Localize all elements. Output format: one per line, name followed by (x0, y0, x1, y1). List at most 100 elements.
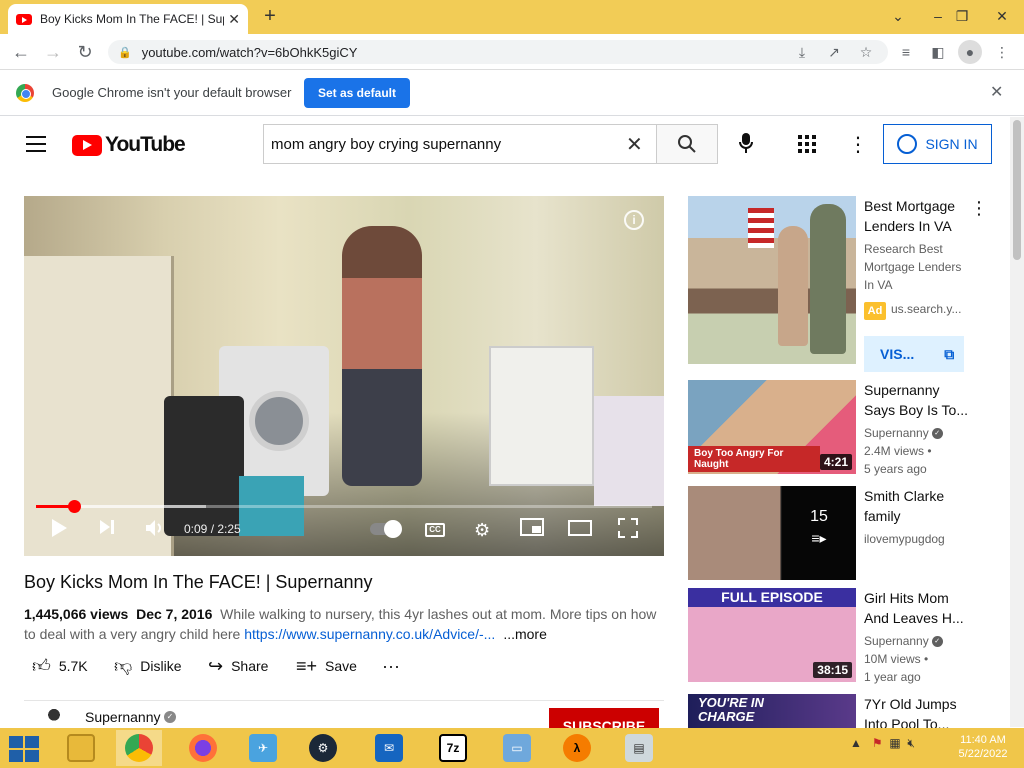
close-window-button[interactable]: ✕ (984, 2, 1020, 30)
forward-button[interactable]: → (40, 38, 66, 66)
channel-avatar[interactable] (40, 706, 68, 728)
menu-icon[interactable] (26, 136, 46, 152)
playlist-thumbnail[interactable]: 15 ≡▸ (688, 486, 856, 580)
set-as-default-button[interactable]: Set as default (304, 78, 410, 108)
steam-icon[interactable]: ⚙ (300, 730, 346, 766)
search-icon (678, 135, 696, 153)
taskbar-clock[interactable]: 11:40 AM 5/22/2022 (948, 733, 1018, 761)
account-circle-icon (897, 134, 918, 154)
chrome-taskbar-icon[interactable] (116, 730, 162, 766)
share-button[interactable]: ↪ Share (208, 656, 268, 676)
verified-check-icon: ✓ (931, 428, 943, 440)
play-icon (52, 519, 67, 537)
start-button[interactable] (6, 735, 39, 762)
install-icon[interactable]: ⤓ (790, 40, 814, 64)
youtube-logo[interactable]: YouTube (72, 133, 186, 156)
volume-button[interactable] (144, 518, 166, 542)
upload-date: Dec 7, 2016 (136, 606, 213, 622)
app-icon[interactable]: ▭ (494, 730, 540, 766)
reload-button[interactable]: ↻ (72, 38, 98, 66)
firefox-icon[interactable] (180, 730, 226, 766)
video-title[interactable]: Girl Hits Mom And Leaves H... (864, 588, 974, 628)
video-thumbnail[interactable]: Boy Too Angry For Naught 4:21 (688, 380, 856, 474)
sign-in-label: SIGN IN (925, 136, 978, 152)
sign-in-button[interactable]: SIGN IN (883, 124, 992, 164)
miniplayer-icon[interactable] (520, 518, 544, 542)
7zip-icon[interactable]: 7z (430, 730, 476, 766)
scrollbar-thumb[interactable] (1013, 120, 1021, 260)
half-life-icon[interactable]: λ (554, 730, 600, 766)
profile-avatar-icon[interactable]: ● (958, 40, 982, 64)
windows-logo-icon (25, 736, 39, 748)
like-button[interactable]: 👍︎ 5.7K (32, 656, 88, 676)
video-description[interactable]: 1,445,066 views Dec 7, 2016 While walkin… (24, 604, 664, 644)
app-glyph: ▤ (625, 734, 653, 762)
play-button[interactable] (50, 518, 68, 542)
settings-gear-icon[interactable]: ⚙ (474, 518, 490, 542)
ad-more-icon[interactable]: ⋮ (970, 198, 988, 219)
media-control-icon[interactable]: ≡ (894, 40, 918, 64)
show-hidden-icons-icon[interactable]: ▲ (850, 736, 862, 750)
mail-icon[interactable]: ✉ (366, 730, 412, 766)
file-explorer-icon[interactable] (58, 730, 104, 766)
channel-name: Supernanny ✓ (864, 424, 974, 442)
volume-muted-icon[interactable]: 🔇︎ (907, 736, 915, 750)
dislike-button[interactable]: 👎︎ Dislike (114, 656, 182, 676)
search-input[interactable]: mom angry boy crying supernanny (263, 124, 657, 164)
settings-more-icon[interactable]: ⋮ (848, 132, 868, 157)
save-button[interactable]: ≡+ Save (296, 656, 357, 676)
share-icon[interactable]: ↗ (822, 40, 846, 64)
flag-icon[interactable]: ⚑ (872, 736, 883, 750)
fullscreen-icon[interactable] (618, 518, 638, 542)
browser-tab[interactable]: Boy Kicks Mom In The FACE! | Supernanny … (8, 4, 248, 34)
description-link[interactable]: https://www.supernanny.co.uk/Advice/-... (244, 626, 495, 642)
playlist-count: 15 (810, 508, 828, 525)
video-thumbnail[interactable]: YOU'RE IN CHARGE (688, 694, 856, 728)
video-thumbnail[interactable]: FULL EPISODE 38:15 (688, 588, 856, 682)
info-card-icon[interactable]: i (624, 210, 644, 230)
app-icon[interactable]: ▤ (616, 730, 662, 766)
theater-mode-icon[interactable] (568, 518, 592, 542)
microphone-icon (739, 133, 753, 153)
app-glyph: ✈ (249, 734, 277, 762)
video-player[interactable]: i 0:09 / 2:25 CC ⚙ (24, 196, 664, 556)
ad-badge: Ad (864, 302, 886, 320)
clear-search-icon[interactable]: ✕ (626, 132, 643, 157)
video-title[interactable]: Supernanny Says Boy Is To... (864, 380, 974, 420)
captions-icon[interactable]: CC (425, 523, 445, 537)
back-button[interactable]: ← (8, 38, 34, 66)
bookmark-star-icon[interactable]: ☆ (854, 40, 878, 64)
thumbnail-caption: FULL EPISODE (721, 589, 823, 605)
visit-site-button[interactable]: VIS... ⧉ (864, 336, 964, 372)
show-more-link[interactable]: ...more (503, 626, 547, 642)
channel-name[interactable]: Supernanny (85, 709, 161, 725)
infobar-close-icon[interactable]: ✕ (990, 82, 1003, 102)
tab-search-icon[interactable]: ⌄ (880, 2, 916, 30)
video-age: 5 years ago (864, 462, 927, 476)
video-title[interactable]: 7Yr Old Jumps Into Pool To... (864, 694, 974, 728)
ad-title[interactable]: Best Mortgage Lenders In VA (864, 196, 974, 236)
network-icon[interactable]: ▦ (889, 736, 900, 750)
autoplay-toggle[interactable] (370, 520, 402, 538)
next-button[interactable] (98, 518, 116, 542)
mail-glyph: ✉ (375, 734, 403, 762)
scene-cooker (489, 346, 594, 486)
tab-close-icon[interactable]: ✕ (228, 11, 240, 28)
restore-button[interactable]: ❐ (944, 2, 980, 30)
ad-thumbnail[interactable] (688, 196, 856, 364)
system-tray[interactable]: ▲ ⚑ ▦ 🔇︎ (850, 736, 915, 751)
apps-grid-icon[interactable] (798, 135, 816, 153)
side-panel-icon[interactable]: ◧ (926, 40, 950, 64)
new-tab-button[interactable]: + (258, 5, 282, 29)
search-button[interactable] (656, 124, 718, 164)
chrome-menu-icon[interactable]: ⋮ (990, 40, 1014, 64)
subscribe-button[interactable]: SUBSCRIBE (549, 708, 659, 730)
share-arrow-icon: ↪ (208, 655, 224, 676)
playlist-title[interactable]: Smith Clarke family (864, 486, 974, 526)
scrubber-handle[interactable] (68, 500, 81, 513)
more-actions-icon[interactable]: ··· (382, 656, 400, 676)
voice-search-button[interactable] (738, 132, 754, 160)
ad-figure (778, 226, 808, 346)
app-icon[interactable]: ✈ (240, 730, 286, 766)
address-bar[interactable]: 🔒 youtube.com/watch?v=6bOhkK5giCY (108, 40, 888, 64)
